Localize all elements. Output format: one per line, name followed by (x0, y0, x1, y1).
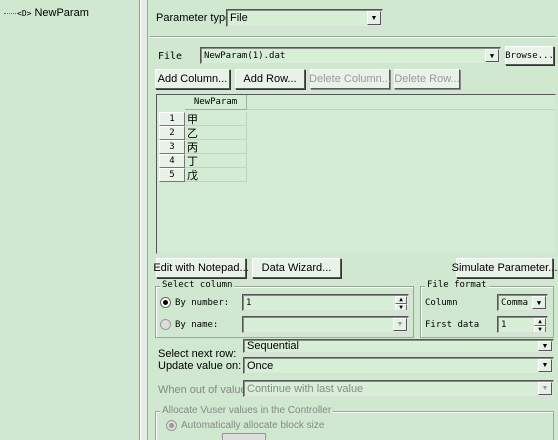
parameter-icon: <D> (17, 8, 32, 18)
parameter-tree: <D> NewParam (0, 0, 140, 440)
spin-up-icon[interactable]: ▲ (534, 318, 546, 326)
header-filler (247, 95, 555, 110)
data-wizard-button[interactable]: Data Wizard... (252, 258, 341, 278)
auto-allocate-radio[interactable] (166, 420, 177, 431)
when-out-of-values-label: When out of values: (158, 384, 256, 396)
add-column-button[interactable]: Add Column... (155, 69, 230, 89)
tree-connector (4, 12, 16, 14)
first-data-label: First data (425, 320, 480, 330)
row-header[interactable]: 5 (159, 168, 185, 182)
parameter-type-select[interactable]: File ▼ (226, 9, 383, 27)
column-number-value: 1 (246, 297, 252, 308)
tree-item-label: NewParam (34, 7, 89, 19)
radio-selected-dot (163, 300, 168, 305)
chevron-down-icon[interactable]: ▼ (538, 341, 552, 351)
tree-item-newparam[interactable]: <D> NewParam (4, 6, 89, 20)
simulate-parameter-button[interactable]: Simulate Parameter... (452, 258, 557, 278)
pane-splitter[interactable] (140, 0, 148, 440)
row-header[interactable]: 4 (159, 154, 185, 168)
file-label: File (158, 51, 183, 62)
chevron-down-icon[interactable]: ▼ (367, 11, 381, 25)
update-value-on-value: Once (247, 359, 274, 372)
table-cell[interactable]: 戊 (185, 168, 247, 182)
radio-selected-dot (169, 423, 174, 428)
spinner-arrows[interactable]: ▲ ▼ (395, 296, 407, 310)
first-data-spinner[interactable]: 1 ▲ ▼ (497, 316, 548, 333)
column-name-select[interactable]: ▼ (242, 316, 409, 333)
delete-column-button[interactable]: Delete Column... (309, 69, 391, 89)
when-out-of-values-value: Continue with last value (247, 382, 364, 395)
spin-down-icon[interactable]: ▼ (534, 326, 546, 332)
file-format-title: File format (425, 280, 489, 290)
spinner-arrows[interactable]: ▲ ▼ (534, 318, 546, 332)
column-delimiter-label: Column (425, 298, 458, 308)
block-size-field[interactable] (222, 433, 266, 440)
column-delimiter-select[interactable]: Comma ▼ (497, 294, 548, 311)
row-header[interactable]: 2 (159, 126, 185, 140)
chevron-down-icon[interactable]: ▼ (538, 382, 552, 395)
auto-allocate-label: Automatically allocate block size (181, 420, 325, 431)
row-header[interactable]: 1 (159, 112, 185, 126)
delete-row-button[interactable]: Delete Row... (394, 69, 460, 89)
column-delimiter-value: Comma (501, 297, 529, 308)
chevron-down-icon[interactable]: ▼ (538, 359, 552, 372)
edit-with-notepad-button[interactable]: Edit with Notepad... (153, 258, 249, 278)
select-next-row-label: Select next row: (158, 348, 237, 360)
parameter-data-table: NewParam 1 甲 2 乙 3 丙 4 丁 5 戊 (156, 94, 556, 254)
parameter-type-value: File (230, 12, 248, 24)
divider (150, 36, 556, 38)
first-data-value: 1 (501, 319, 507, 330)
by-name-label: By name: (175, 320, 219, 330)
when-out-of-values-select[interactable]: Continue with last value ▼ (243, 380, 554, 397)
update-value-on-label: Update value on: (158, 360, 242, 372)
spin-down-icon[interactable]: ▼ (395, 304, 407, 310)
file-path-value: NewParam(1).dat (204, 50, 286, 61)
grid-corner (157, 95, 185, 110)
chevron-down-icon[interactable]: ▼ (485, 49, 499, 62)
select-column-title: Select column (160, 280, 235, 290)
by-number-label: By number: (175, 298, 230, 308)
row-header[interactable]: 3 (159, 140, 185, 154)
allocate-vuser-title: Allocate Vuser values in the Controller (160, 405, 334, 416)
spin-up-icon[interactable]: ▲ (395, 296, 407, 304)
file-path-select[interactable]: NewParam(1).dat ▼ (200, 47, 501, 64)
by-name-radio[interactable] (160, 319, 171, 330)
update-value-on-select[interactable]: Once ▼ (243, 357, 554, 374)
column-number-spinner[interactable]: 1 ▲ ▼ (242, 294, 409, 311)
parameter-type-label: Parameter type: (156, 12, 235, 24)
chevron-down-icon[interactable]: ▼ (393, 318, 407, 331)
add-row-button[interactable]: Add Row... (235, 69, 305, 89)
by-number-radio[interactable] (160, 297, 171, 308)
column-header[interactable]: NewParam (185, 95, 247, 110)
browse-button[interactable]: Browse... (505, 46, 554, 65)
select-next-row-select[interactable]: Sequential ▼ (243, 339, 554, 353)
select-next-row-value: Sequential (247, 340, 299, 352)
chevron-down-icon[interactable]: ▼ (532, 296, 546, 309)
